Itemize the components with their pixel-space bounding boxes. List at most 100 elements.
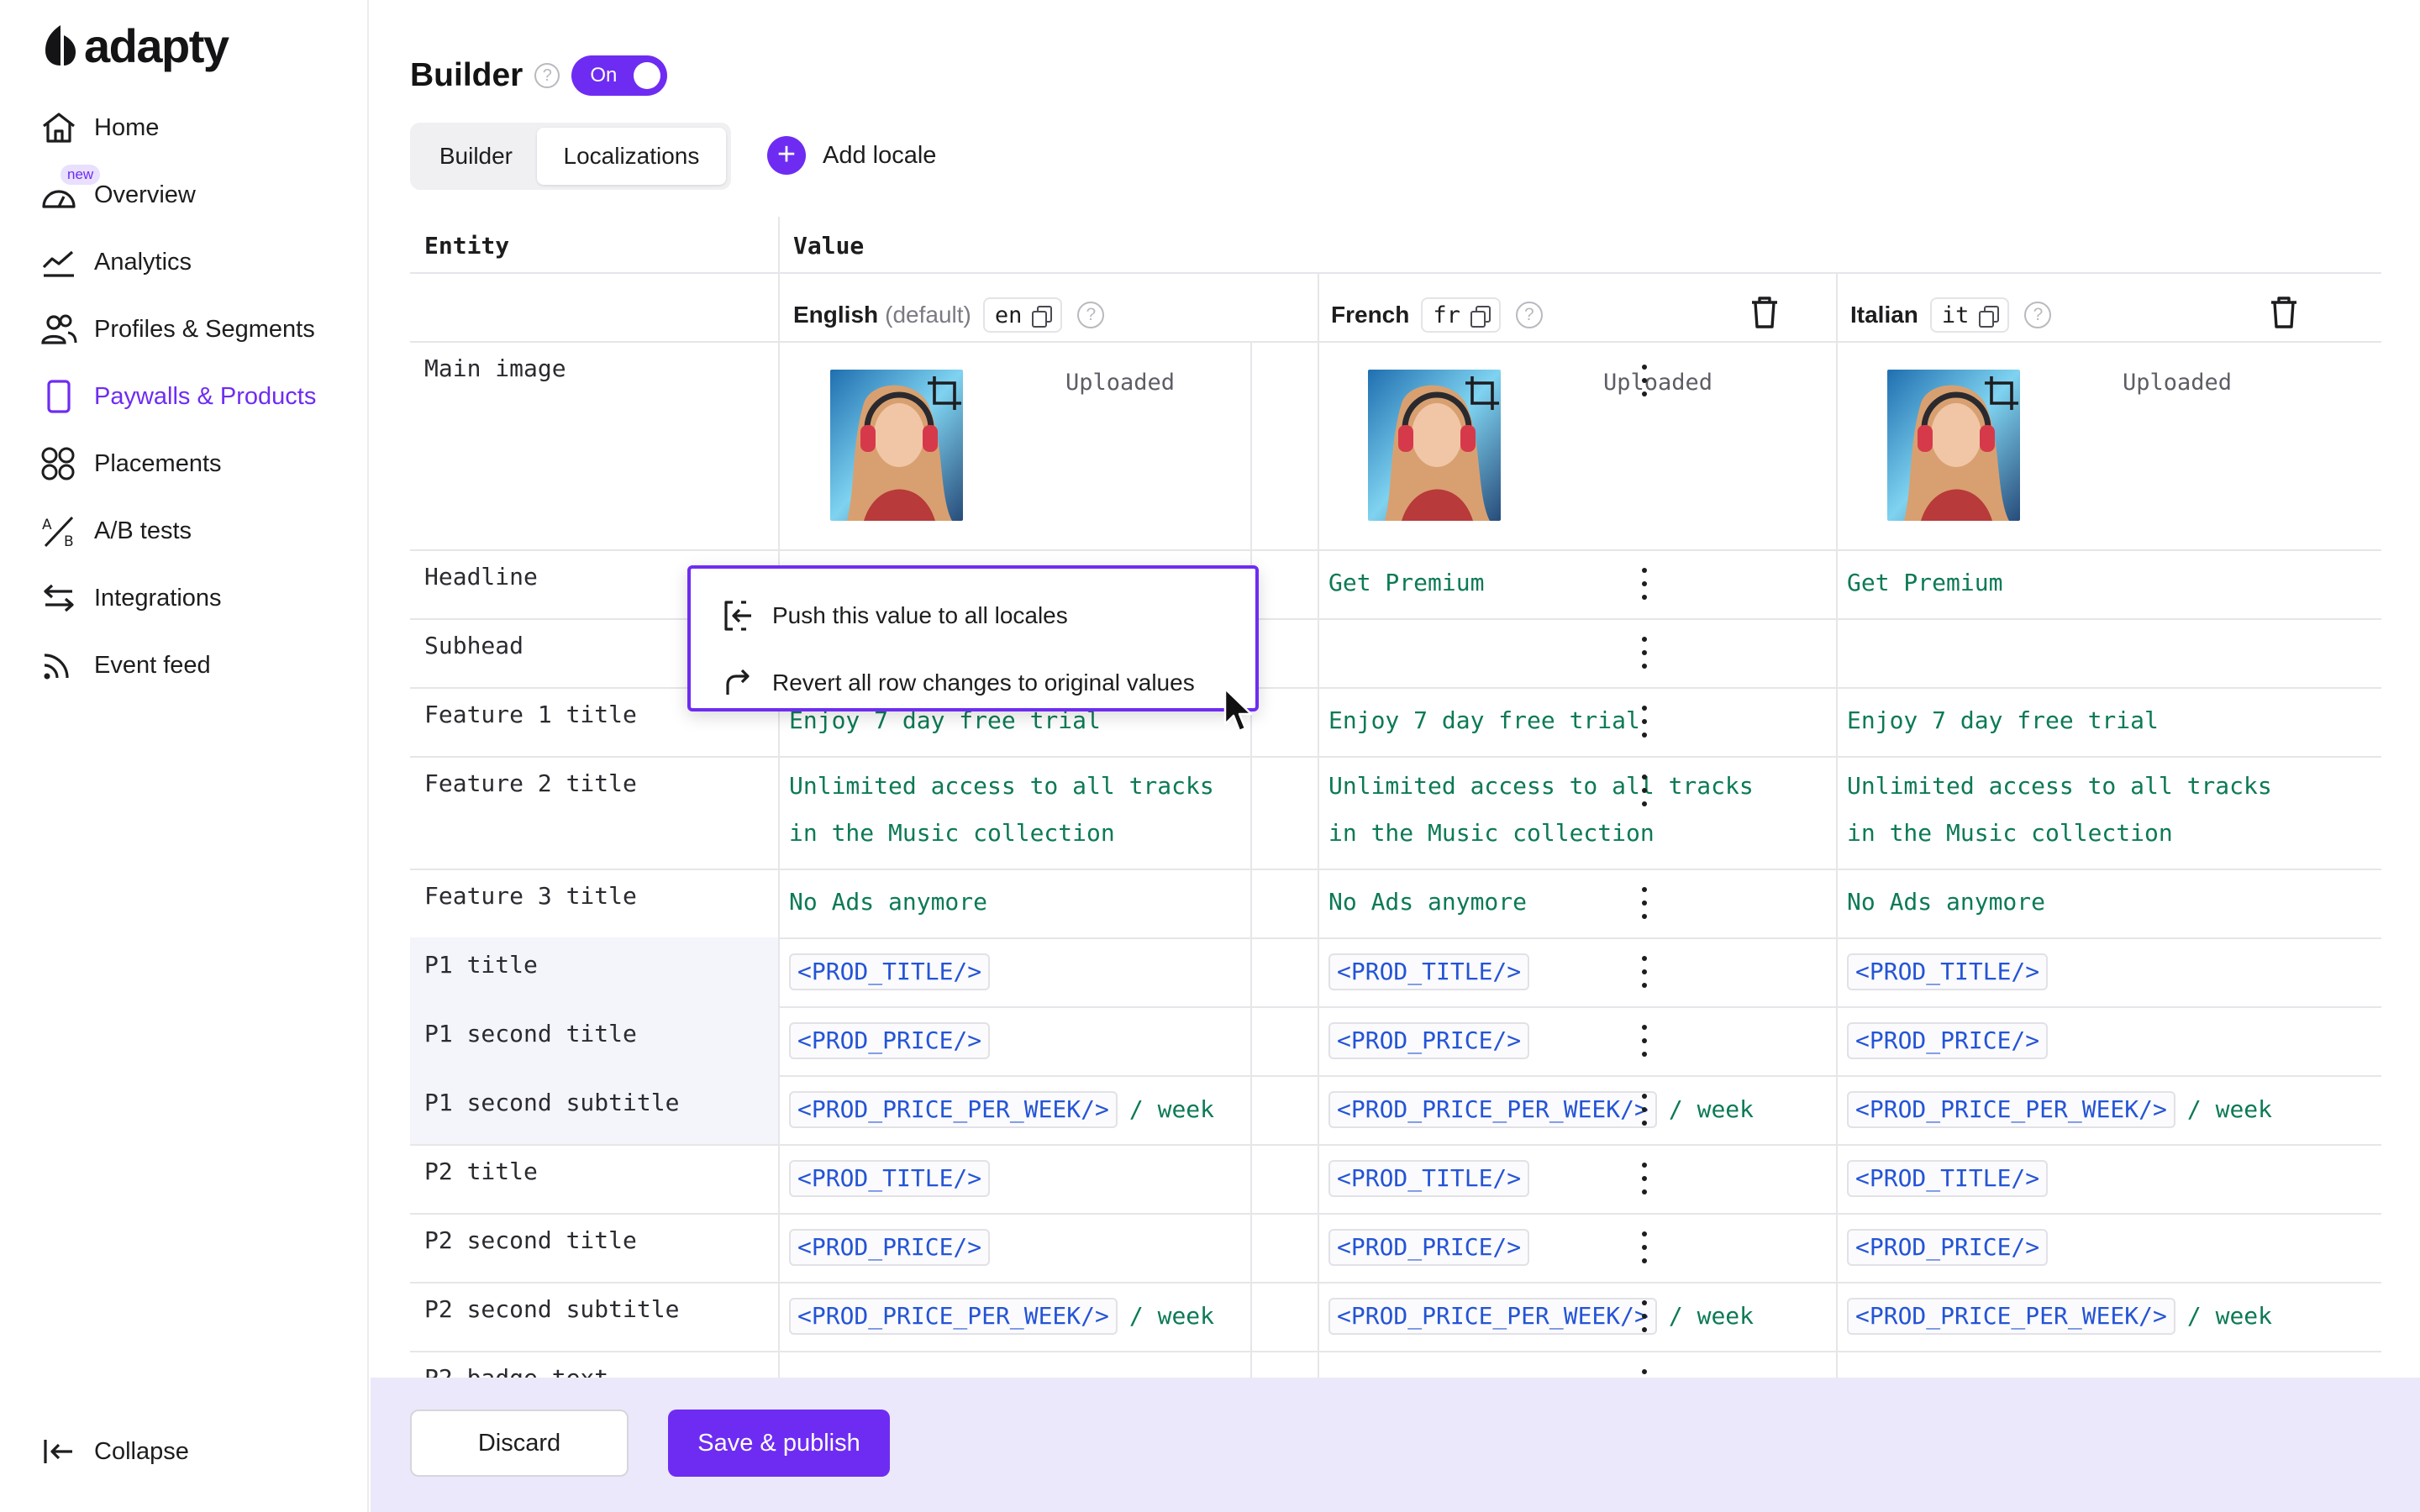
row-actions-icon[interactable] [1640,1366,1649,1378]
value-suffix: / week [1668,1095,1754,1123]
collapse-button[interactable]: Collapse [0,1425,369,1478]
value-cell-en[interactable]: <PROD_PRICE/> [780,1006,991,1075]
variable-tag[interactable]: <PROD_PRICE/> [1328,1022,1530,1059]
value-cell-it[interactable]: <PROD_PRICE/> [1838,1213,2049,1282]
toggle-label: On [590,64,618,87]
row-actions-icon[interactable] [1640,1159,1649,1201]
value-cell-it[interactable]: No Ads anymore [1838,869,2045,937]
discard-button[interactable]: Discard [410,1410,629,1477]
crop-icon[interactable] [926,375,963,412]
help-icon[interactable]: ? [2024,302,2052,328]
variable-tag[interactable]: <PROD_TITLE/> [789,1160,991,1197]
sidebar-item-paywalls-products[interactable]: Paywalls & Products [0,370,369,423]
value-cell-fr[interactable]: <PROD_PRICE_PER_WEEK/> / week [1319,1282,1754,1351]
value-cell-fr[interactable]: No Ads anymore [1319,869,1527,937]
value-cell-fr[interactable]: Enjoy 7 day free trial [1319,687,1640,756]
variable-tag[interactable]: <PROD_PRICE/> [1847,1022,2049,1059]
variable-tag[interactable]: <PROD_PRICE_PER_WEEK/> [1847,1091,2175,1128]
value-cell-en[interactable]: <PROD_TITLE/> [780,937,991,1006]
help-icon[interactable]: ? [1515,302,1543,328]
value-cell-fr[interactable]: <PROD_TITLE/> [1319,937,1530,1006]
copy-icon[interactable] [1979,306,2000,328]
entity-label: P1 second subtitle [410,1075,778,1144]
tab-localizations[interactable]: Localizations [536,128,726,185]
table-row: P1 second title <PROD_PRICE/> <PROD_PRIC… [410,1006,2381,1075]
variable-tag[interactable]: <PROD_PRICE_PER_WEEK/> [1847,1298,2175,1335]
variable-tag[interactable]: <PROD_PRICE/> [789,1229,991,1266]
entity-label: P2 second title [424,1226,637,1254]
row-actions-icon[interactable] [1640,884,1649,926]
help-icon[interactable]: ? [534,63,560,88]
variable-tag[interactable]: <PROD_PRICE/> [789,1022,991,1059]
row-actions-icon[interactable] [1640,1228,1649,1270]
value-cell-fr[interactable]: <PROD_PRICE/> [1319,1213,1530,1282]
variable-tag[interactable]: <PROD_PRICE_PER_WEEK/> [1328,1298,1657,1335]
variable-tag[interactable]: <PROD_TITLE/> [1328,953,1530,990]
sidebar-item-ab-tests[interactable]: AB A/B tests [0,504,369,558]
value-cell-it[interactable]: Enjoy 7 day free trial [1838,687,2159,756]
row-actions-icon[interactable] [1640,771,1649,813]
variable-tag[interactable]: <PROD_PRICE_PER_WEEK/> [1328,1091,1657,1128]
value-cell-it[interactable]: <PROD_PRICE/> [1838,1006,2049,1075]
variable-tag[interactable]: <PROD_TITLE/> [1328,1160,1530,1197]
row-actions-icon[interactable] [1640,1021,1649,1063]
value-cell-en[interactable]: No Ads anymore [780,869,987,937]
sidebar-item-integrations[interactable]: Integrations [0,571,369,625]
sidebar-item-analytics[interactable]: Analytics [0,235,369,289]
help-icon[interactable]: ? [1077,302,1105,328]
variable-tag[interactable]: <PROD_PRICE_PER_WEEK/> [789,1298,1118,1335]
value-cell-fr[interactable]: <PROD_PRICE_PER_WEEK/> / week [1319,1075,1754,1144]
value-cell-fr[interactable]: <PROD_PRICE/> [1319,1006,1530,1075]
sidebar-item-label: Event feed [94,651,211,679]
sidebar-item-placements[interactable]: Placements [0,437,369,491]
value-cell-fr[interactable]: Unlimited access to all tracks in the Mus… [1319,756,1754,869]
row-actions-icon[interactable] [1640,953,1649,995]
locale-code-chip[interactable]: en [982,297,1063,333]
sidebar-item-profiles-segments[interactable]: Profiles & Segments [0,302,369,356]
tab-builder[interactable]: Builder [415,128,537,185]
value-cell-it[interactable]: <PROD_TITLE/> [1838,1144,2049,1213]
locale-code-chip[interactable]: it [1929,297,2010,333]
adapty-logo[interactable]: adapty [44,18,229,72]
value-cell-fr[interactable]: <PROD_TITLE/> [1319,1144,1530,1213]
variable-tag[interactable]: <PROD_TITLE/> [1847,1160,2049,1197]
value-cell-en[interactable]: Unlimited access to all tracks in the Mus… [780,756,1214,869]
value-cell-it[interactable]: <PROD_PRICE_PER_WEEK/> / week [1838,1282,2272,1351]
value-cell-en[interactable]: <PROD_PRICE/> [780,1213,991,1282]
variable-tag[interactable]: <PROD_TITLE/> [1847,953,2049,990]
value-cell-en[interactable]: <PROD_PRICE_PER_WEEK/> / week [780,1282,1214,1351]
variable-tag[interactable]: <PROD_TITLE/> [789,953,991,990]
push-to-all-locales-menu-item[interactable]: Push this value to all locales [691,591,1255,641]
sidebar-item-event-feed[interactable]: Event feed [0,638,369,692]
sidebar-item-home[interactable]: Home [0,101,369,155]
entity-label: Feature 2 title [424,769,637,797]
variable-tag[interactable]: <PROD_PRICE/> [1847,1229,2049,1266]
value-cell-en[interactable]: <PROD_TITLE/> [780,1144,991,1213]
value-cell-it[interactable]: Get Premium [1838,549,2002,618]
value-cell-it[interactable]: <PROD_TITLE/> [1838,937,2049,1006]
sidebar-item-overview[interactable]: Overview [0,168,369,222]
crop-icon[interactable] [1983,375,2020,412]
revert-row-changes-menu-item[interactable]: Revert all row changes to original value… [691,658,1255,708]
crop-icon[interactable] [1464,375,1501,412]
save-publish-button[interactable]: Save & publish [668,1410,890,1477]
value-cell-it[interactable]: Unlimited access to all tracks in the Mus… [1838,756,2272,869]
builder-toggle[interactable]: On [571,55,668,96]
row-actions-icon[interactable] [1640,633,1649,675]
value-cell-fr[interactable]: Get Premium [1319,549,1484,618]
row-actions-icon[interactable] [1640,1297,1649,1339]
trash-icon[interactable] [2269,296,2299,329]
copy-icon[interactable] [1470,306,1491,328]
row-actions-icon[interactable] [1640,361,1649,403]
add-locale-button[interactable]: + Add locale [767,134,936,176]
value-cell-en[interactable]: <PROD_PRICE_PER_WEEK/> / week [780,1075,1214,1144]
row-actions-icon[interactable] [1640,564,1649,606]
variable-tag[interactable]: <PROD_PRICE/> [1328,1229,1530,1266]
locale-code-chip[interactable]: fr [1421,297,1501,333]
row-actions-icon[interactable] [1640,702,1649,744]
variable-tag[interactable]: <PROD_PRICE_PER_WEEK/> [789,1091,1118,1128]
copy-icon[interactable] [1032,306,1053,328]
value-cell-it[interactable]: <PROD_PRICE_PER_WEEK/> / week [1838,1075,2272,1144]
row-actions-icon[interactable] [1640,1090,1649,1132]
trash-icon[interactable] [1749,296,1780,329]
